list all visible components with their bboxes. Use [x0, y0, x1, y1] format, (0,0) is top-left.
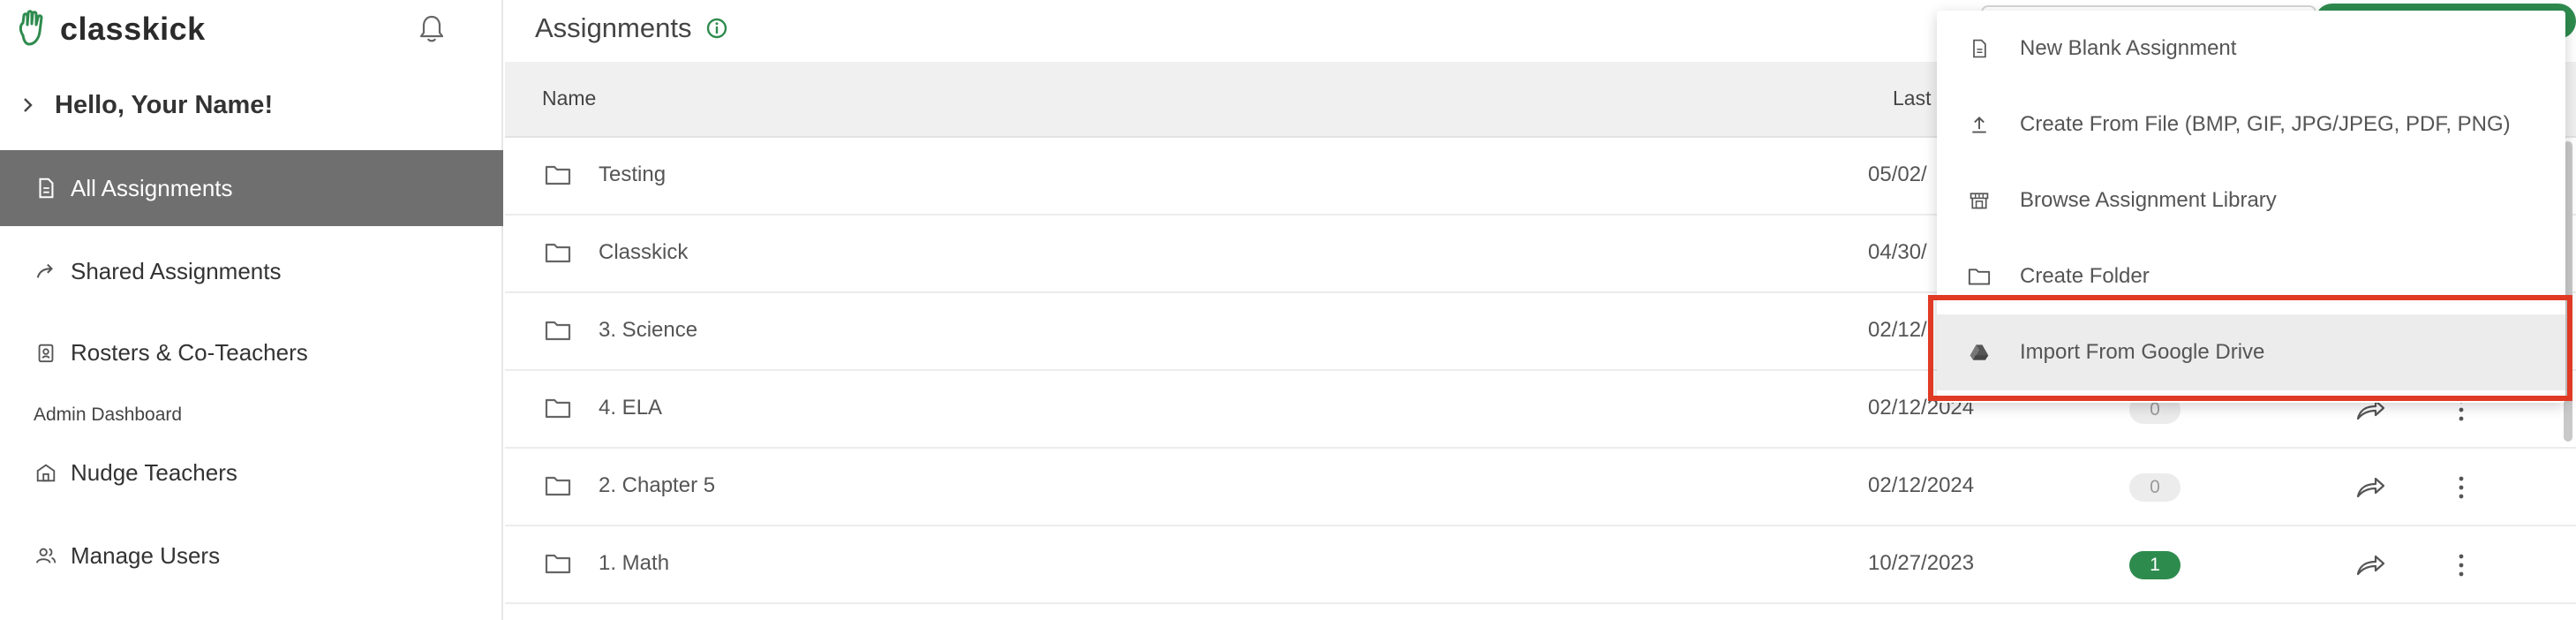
sidebar-item-shared-assignments[interactable]: Shared Assignments — [0, 233, 503, 309]
sidebar-item-label: Shared Assignments — [71, 257, 282, 284]
row-date: 04/30/ — [1868, 240, 1927, 264]
menu-item-label: Create From File (BMP, GIF, JPG/JPEG, PD… — [2020, 112, 2511, 136]
hand-logo-icon — [19, 10, 43, 46]
classkick-logo[interactable]: classkick — [12, 7, 206, 51]
table-row[interactable]: 2. Chapter 5 02/12/2024 0 — [505, 449, 2576, 526]
folder-icon — [545, 321, 571, 341]
row-date: 02/12/2024 — [1868, 473, 1975, 497]
table-row[interactable]: 1. Math 10/27/2023 1 — [505, 526, 2576, 604]
folder-icon — [545, 554, 571, 574]
folder-icon — [545, 165, 571, 185]
sidebar-item-nudge-teachers[interactable]: Nudge Teachers — [0, 435, 503, 510]
highlight-annotation-box — [1928, 295, 2572, 401]
row-date: 10/27/2023 — [1868, 551, 1975, 575]
menu-item-label: Browse Assignment Library — [2020, 188, 2277, 212]
upload-icon — [1967, 112, 1992, 137]
bell-icon[interactable] — [417, 12, 447, 44]
menu-item-new-blank-assignment[interactable]: New Blank Assignment — [1937, 11, 2565, 87]
menu-item-browse-library[interactable]: Browse Assignment Library — [1937, 163, 2565, 238]
menu-item-create-from-file[interactable]: Create From File (BMP, GIF, JPG/JPEG, PD… — [1937, 87, 2565, 163]
row-name: Classkick — [599, 240, 689, 264]
more-options-icon[interactable] — [2456, 551, 2467, 579]
info-icon[interactable] — [705, 17, 728, 40]
row-name: 3. Science — [599, 318, 698, 342]
folder-icon — [545, 243, 571, 263]
row-name: 2. Chapter 5 — [599, 473, 716, 497]
sidebar-item-label: All Assignments — [71, 174, 233, 201]
chevron-right-icon — [24, 98, 33, 112]
row-date: 05/02/ — [1868, 163, 1927, 186]
roster-badge-icon — [34, 340, 58, 365]
share-icon[interactable] — [2355, 475, 2385, 500]
row-date: 02/12/ — [1868, 318, 1927, 342]
building-icon — [34, 460, 58, 485]
count-badge: 0 — [2129, 473, 2181, 502]
greeting-text: Hello, Your Name! — [55, 90, 274, 119]
sidebar-item-manage-users[interactable]: Manage Users — [0, 518, 503, 594]
app-name: classkick — [60, 11, 206, 47]
column-header-last[interactable]: Last — [1893, 87, 1931, 110]
page-title: Assignments — [535, 12, 728, 44]
count-badge: 1 — [2129, 551, 2181, 579]
library-store-icon — [1967, 188, 1992, 213]
sidebar: classkick Hello, Your Name! All Assignme… — [0, 0, 503, 620]
share-arrow-icon — [34, 259, 58, 284]
users-icon — [34, 543, 58, 568]
sidebar-item-all-assignments[interactable]: All Assignments — [0, 150, 503, 226]
more-options-icon[interactable] — [2456, 473, 2467, 502]
page-title-text: Assignments — [535, 12, 692, 43]
sidebar-item-label: Manage Users — [71, 541, 221, 569]
admin-dashboard-label: Admin Dashboard — [34, 405, 183, 425]
sidebar-item-label: Rosters & Co-Teachers — [71, 338, 308, 366]
document-icon — [34, 176, 58, 200]
folder-icon — [545, 476, 571, 496]
sidebar-item-label: Nudge Teachers — [71, 458, 237, 486]
menu-item-label: New Blank Assignment — [2020, 36, 2237, 60]
user-greeting[interactable]: Hello, Your Name! — [18, 85, 273, 125]
folder-icon — [1967, 264, 1992, 289]
row-name: 1. Math — [599, 551, 670, 575]
row-name: 4. ELA — [599, 396, 663, 420]
menu-item-label: Create Folder — [2020, 264, 2150, 288]
folder-icon — [545, 398, 571, 419]
sidebar-item-rosters[interactable]: Rosters & Co-Teachers — [0, 314, 503, 390]
share-icon[interactable] — [2355, 553, 2385, 578]
blank-document-icon — [1967, 36, 1992, 61]
row-name: Testing — [599, 163, 667, 186]
column-header-name[interactable]: Name — [542, 87, 596, 110]
